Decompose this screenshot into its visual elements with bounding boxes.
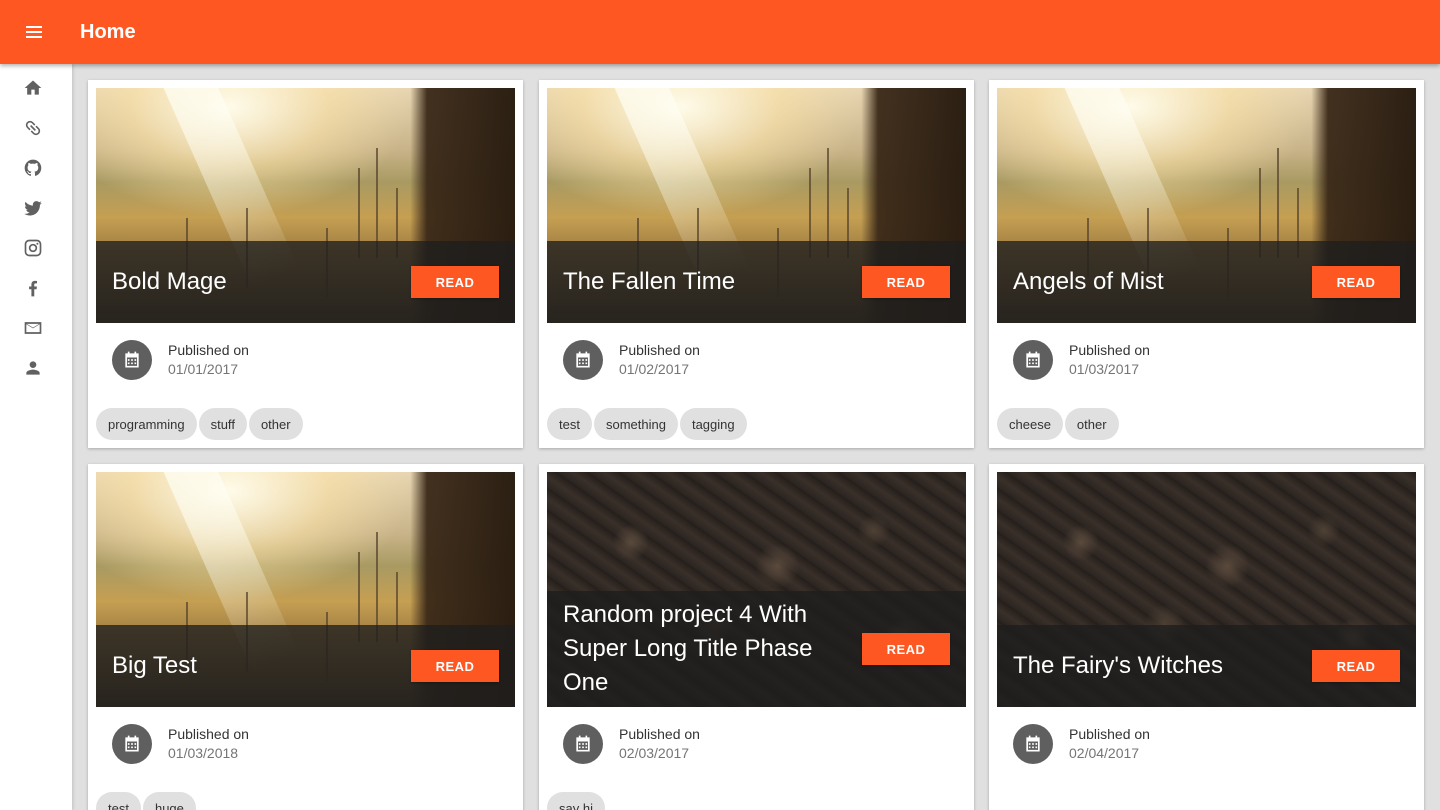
tag-list: cheese other: [997, 408, 1119, 440]
tag-chip[interactable]: huge: [142, 792, 196, 810]
read-button[interactable]: READ: [411, 266, 499, 298]
calendar-icon: [1013, 340, 1053, 380]
facebook-icon[interactable]: [22, 277, 44, 299]
tag-list: test huge: [96, 792, 196, 810]
sidebar: [0, 64, 72, 810]
published-info: Published on 01/03/2018: [112, 724, 249, 764]
card-title: The Fairy's Witches: [1013, 652, 1223, 679]
published-info: Published on 01/01/2017: [112, 340, 249, 380]
card-title: The Fallen Time: [563, 268, 736, 295]
github-icon[interactable]: [22, 157, 44, 179]
published-label: Published on: [168, 726, 249, 742]
twitter-icon[interactable]: [22, 197, 44, 219]
read-button[interactable]: READ: [411, 650, 499, 682]
post-card: Random project 4 With Super Long Title P…: [539, 464, 974, 810]
card-cover-image: Big Test READ: [96, 472, 515, 707]
post-card: The Fairy's Witches READ Published on 02/04…: [989, 464, 1424, 810]
person-icon[interactable]: [22, 357, 44, 379]
published-label: Published on: [1069, 726, 1150, 742]
tag-chip[interactable]: cheese: [997, 408, 1063, 440]
post-card: Bold Mage READ Published on 01/01/2017 progr…: [88, 80, 523, 448]
read-button[interactable]: READ: [862, 633, 950, 665]
tag-chip[interactable]: test: [96, 792, 141, 810]
published-date: 01/01/2017: [168, 361, 239, 377]
published-info: Published on 02/03/2017: [563, 724, 700, 764]
card-title-bar: Random project 4 With Super Long Title P…: [547, 591, 966, 707]
card-title: Random project 4 With Super Long Title P…: [563, 601, 813, 696]
card-title: Big Test: [112, 652, 197, 679]
tag-chip[interactable]: tagging: [679, 408, 747, 440]
published-info: Published on 01/02/2017: [563, 340, 700, 380]
card-title-bar: Big Test READ: [96, 625, 515, 707]
link-icon[interactable]: [22, 117, 44, 139]
published-date: 01/03/2018: [168, 745, 239, 761]
envelope-icon[interactable]: [22, 317, 44, 339]
published-label: Published on: [619, 342, 700, 358]
menu-icon[interactable]: [22, 20, 46, 44]
published-label: Published on: [1069, 342, 1150, 358]
tag-chip[interactable]: other: [1064, 408, 1119, 440]
card-title-bar: Bold Mage READ: [96, 241, 515, 323]
read-button[interactable]: READ: [862, 266, 950, 298]
card-cover-image: Random project 4 With Super Long Title P…: [547, 472, 966, 707]
app-bar: Home: [0, 0, 1440, 64]
tag-chip[interactable]: stuff: [198, 408, 247, 440]
card-title-bar: The Fallen Time READ: [547, 241, 966, 323]
published-info: Published on 01/03/2017: [1013, 340, 1150, 380]
read-button[interactable]: READ: [1312, 266, 1400, 298]
card-cover-image: Bold Mage READ: [96, 88, 515, 323]
tag-chip[interactable]: test: [547, 408, 592, 440]
published-date: 01/02/2017: [619, 361, 690, 377]
tag-chip[interactable]: something: [593, 408, 678, 440]
card-title-bar: Angels of Mist READ: [997, 241, 1416, 323]
post-card: Angels of Mist READ Published on 01/03/2017…: [989, 80, 1424, 448]
instagram-icon[interactable]: [22, 237, 44, 259]
page-title: Home: [80, 21, 136, 43]
published-date: 02/03/2017: [619, 745, 690, 761]
tag-list: test something tagging: [547, 408, 747, 440]
calendar-icon: [112, 724, 152, 764]
tag-list: programming stuff other: [96, 408, 303, 440]
tag-chip[interactable]: other: [248, 408, 303, 440]
calendar-icon: [1013, 724, 1053, 764]
main-content: Bold Mage READ Published on 01/01/2017 progr…: [72, 64, 1440, 810]
card-title: Angels of Mist: [1013, 268, 1164, 295]
calendar-icon: [563, 340, 603, 380]
tag-chip[interactable]: programming: [96, 408, 197, 440]
published-label: Published on: [619, 726, 700, 742]
post-card: The Fallen Time READ Published on 01/02/201…: [539, 80, 974, 448]
read-button[interactable]: READ: [1312, 650, 1400, 682]
published-label: Published on: [168, 342, 249, 358]
calendar-icon: [563, 724, 603, 764]
post-card: Big Test READ Published on 01/03/2018 test hu…: [88, 464, 523, 810]
published-info: Published on 02/04/2017: [1013, 724, 1150, 764]
card-cover-image: The Fairy's Witches READ: [997, 472, 1416, 707]
published-date: 02/04/2017: [1069, 745, 1140, 761]
tag-chip[interactable]: say hi: [547, 792, 605, 810]
card-cover-image: The Fallen Time READ: [547, 88, 966, 323]
published-date: 01/03/2017: [1069, 361, 1140, 377]
home-icon[interactable]: [22, 77, 44, 99]
calendar-icon: [112, 340, 152, 380]
card-title-bar: The Fairy's Witches READ: [997, 625, 1416, 707]
card-cover-image: Angels of Mist READ: [997, 88, 1416, 323]
card-title: Bold Mage: [112, 268, 227, 295]
tag-list: say hi: [547, 792, 605, 810]
